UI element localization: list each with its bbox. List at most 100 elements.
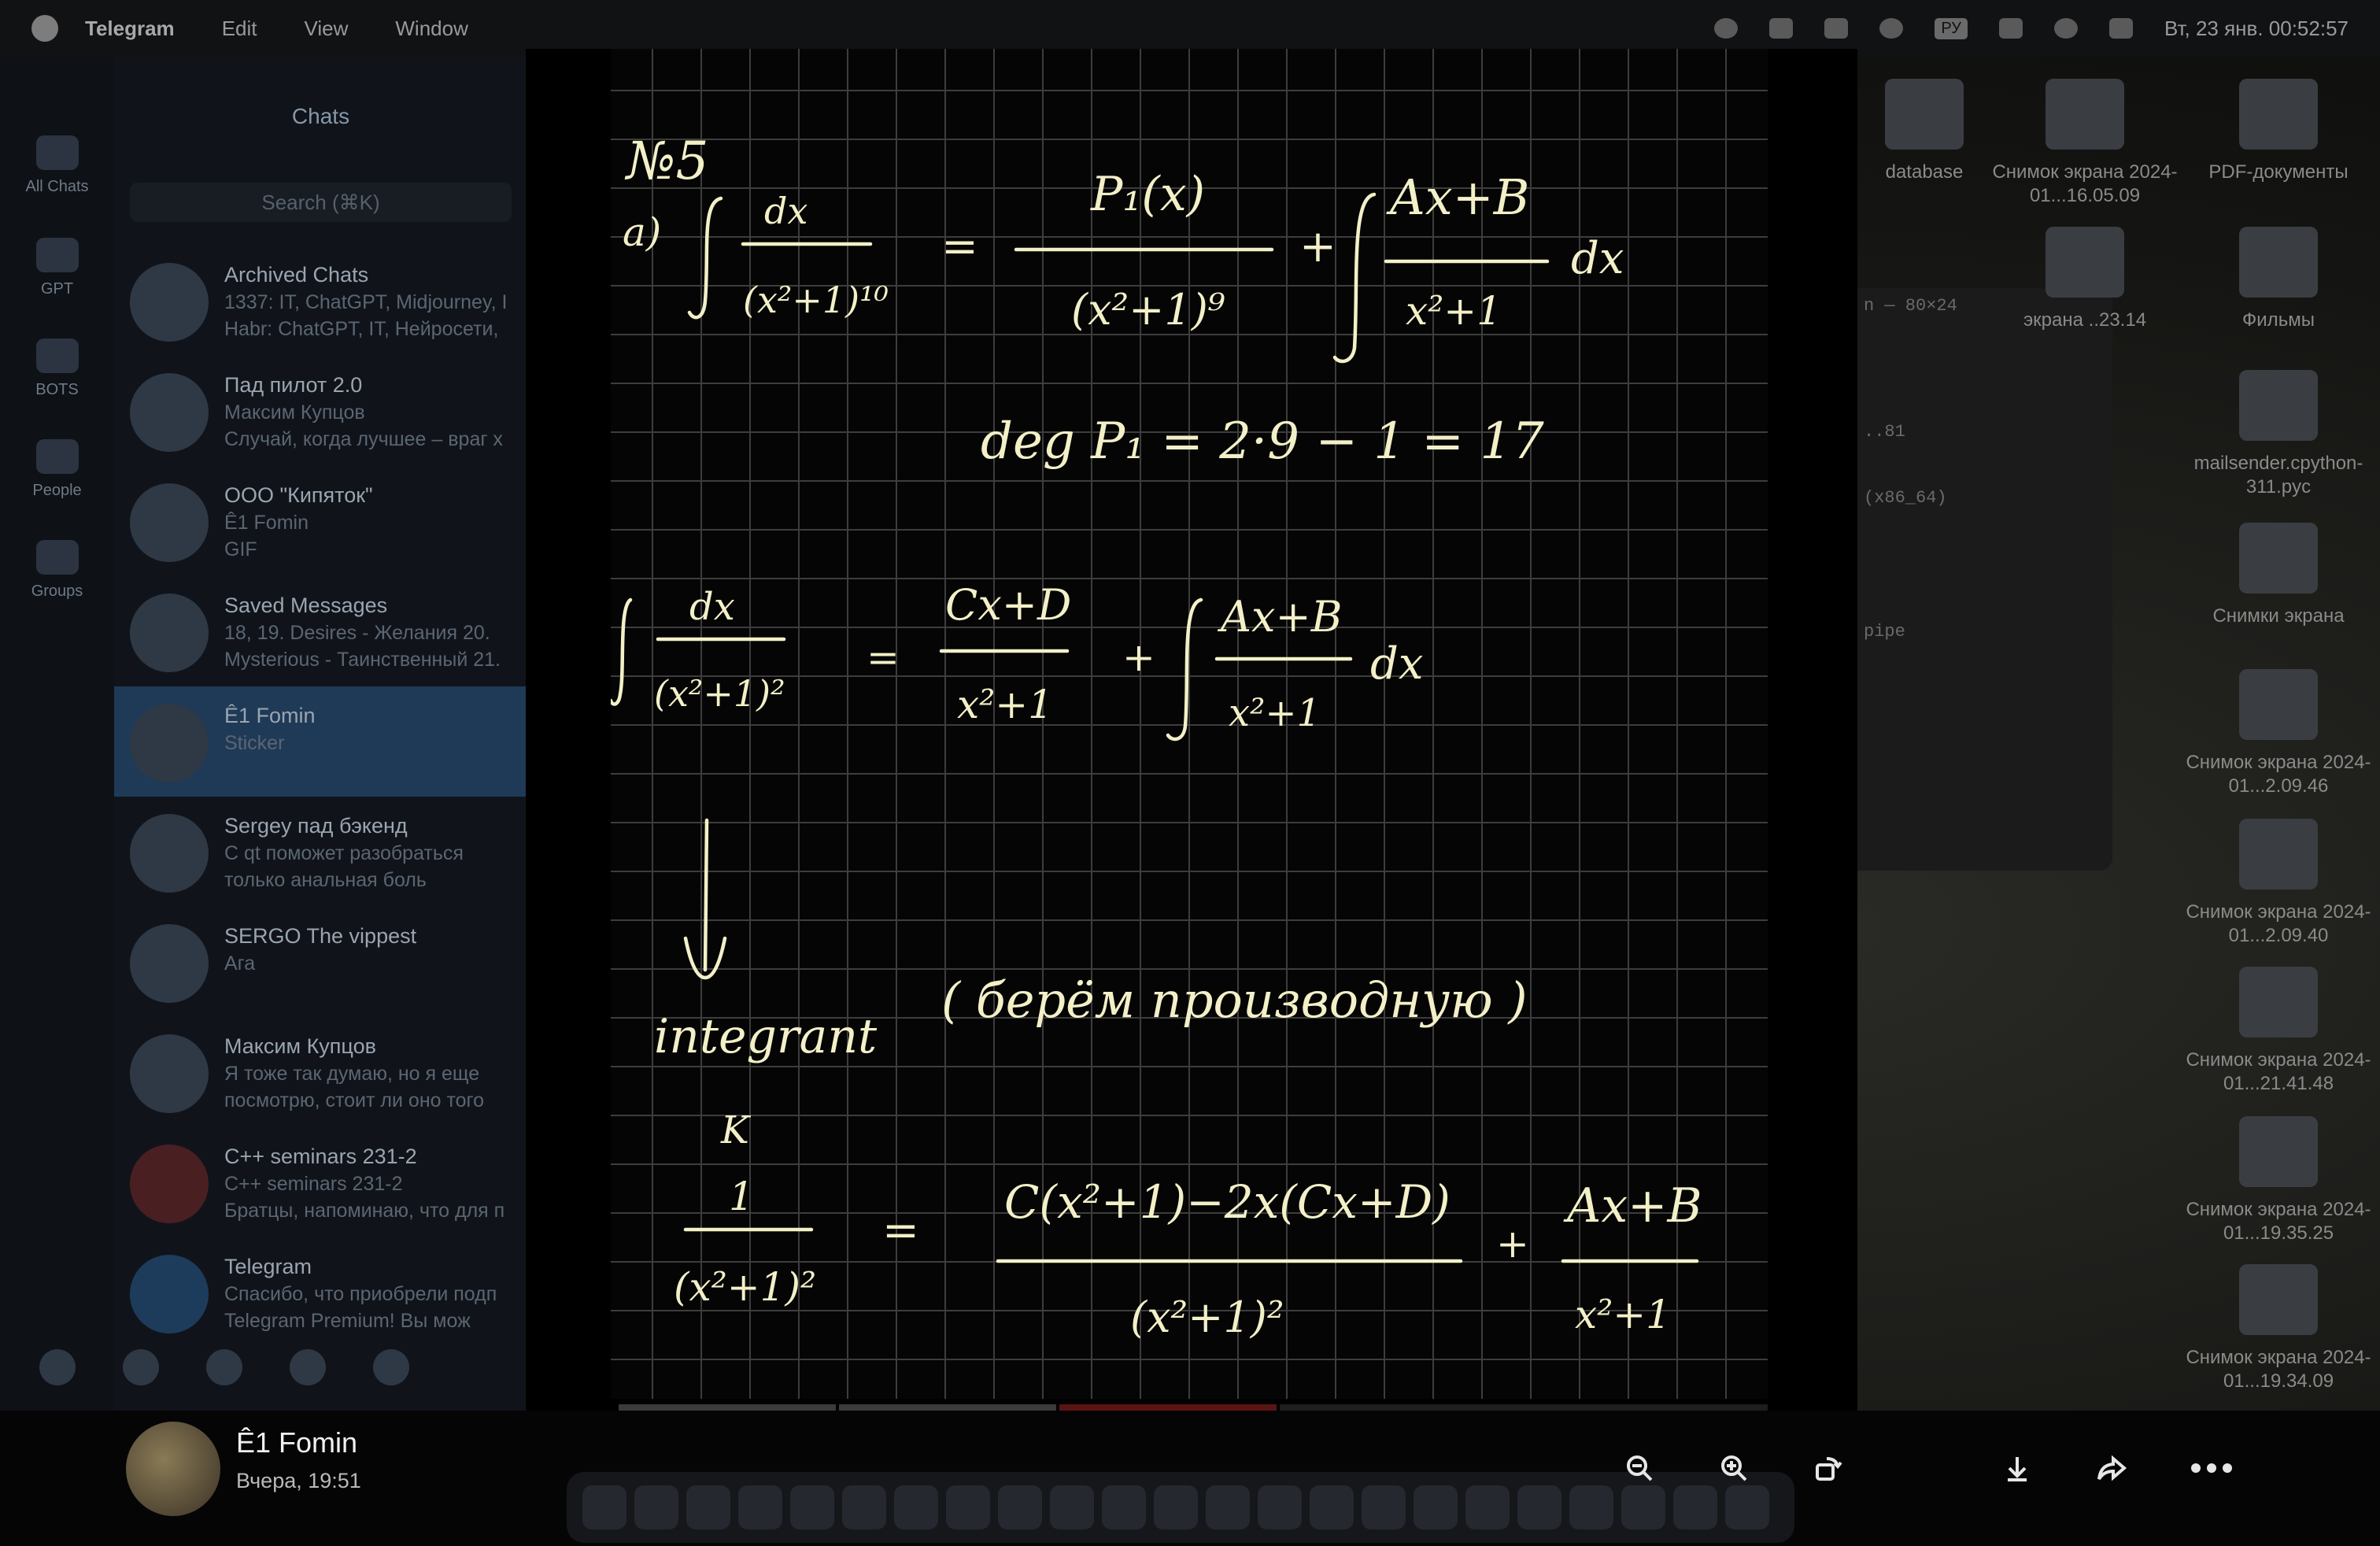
sender-avatar[interactable] (126, 1422, 220, 1516)
menu-window[interactable]: Window (395, 17, 468, 41)
calls-icon[interactable] (206, 1349, 242, 1385)
volume-icon[interactable] (1769, 18, 1794, 39)
app-icon[interactable] (1569, 1485, 1613, 1529)
telegram-icon[interactable] (1050, 1485, 1094, 1529)
appstore-icon[interactable] (946, 1485, 990, 1529)
preview-icon[interactable] (1154, 1485, 1198, 1529)
chat-item[interactable]: Максим Купцов Я тоже так думаю, но я еще п… (114, 1017, 527, 1127)
gear-icon[interactable] (373, 1349, 409, 1385)
chat-preview: Habr: ChatGPT, IT, Нейросети, (224, 318, 499, 340)
desktop-file[interactable]: Снимок экрана 2024-01...16.05.09 (1986, 79, 2183, 208)
a-int-den: x²+1 (1406, 288, 1502, 334)
moon-icon[interactable] (1879, 18, 1904, 39)
xcode-icon[interactable] (1621, 1485, 1665, 1529)
b-num: dx (689, 585, 735, 629)
desktop-icon-label: Снимок экрана 2024-01...2.09.46 (2186, 752, 2371, 797)
chat-preview: посмотрю, стоит ли оно того (224, 1089, 485, 1111)
chat-item[interactable]: Archived Chats 1337: IT, ChatGPT, Midjour… (114, 246, 527, 356)
desktop-folder[interactable]: PDF-документы (2180, 79, 2377, 184)
search-input[interactable]: Search (⌘K) (130, 183, 512, 222)
battery-icon[interactable] (1999, 18, 2023, 39)
control-center-icon[interactable] (2109, 18, 2133, 39)
launchpad-icon[interactable] (634, 1485, 678, 1529)
rotate-icon[interactable] (1810, 1450, 1846, 1486)
desktop-file[interactable]: Снимок экрана 2024-01...19.35.25 (2180, 1116, 2377, 1245)
contacts-icon[interactable] (123, 1349, 159, 1385)
calculator-icon[interactable] (894, 1485, 938, 1529)
notes-icon[interactable] (842, 1485, 886, 1529)
finder-icon[interactable] (582, 1485, 626, 1529)
rail-people[interactable]: People (0, 439, 114, 500)
wifi-icon[interactable] (2054, 18, 2078, 39)
calendar-icon[interactable] (790, 1485, 834, 1529)
desktop-folder[interactable]: Фильмы (2180, 227, 2377, 332)
chat-preview: 18, 19. Desires - Желания 20. (224, 622, 490, 644)
chat-item[interactable]: ООО "Кипяток" Ê1 Fomin GIF (114, 466, 527, 576)
menu-view[interactable]: View (305, 17, 349, 41)
menu-clock[interactable]: Вт, 23 янв. 00:52:57 (2164, 17, 2349, 41)
rail-gpt[interactable]: GPT (0, 238, 114, 298)
menu-edit[interactable]: Edit (222, 17, 257, 41)
chat-name: C++ seminars 231-2 (224, 1145, 417, 1168)
a-integrand-num: dx (764, 190, 808, 232)
chat-item[interactable]: Saved Messages 18, 19. Desires - Желания … (114, 576, 527, 686)
settings-sliders-icon[interactable] (39, 1349, 76, 1385)
desktop-file[interactable]: mailsender.cpython-311.pyc (2180, 370, 2377, 499)
download-icon[interactable] (1999, 1450, 2035, 1486)
differential: dx (1370, 638, 1423, 690)
avatar (130, 1145, 209, 1223)
media-viewer[interactable]: №5 a) dx (x²+1)¹⁰ = P₁(x) (x²+1)⁹ + Ax+B… (526, 49, 1857, 1422)
telegram-logo-icon (130, 1255, 209, 1333)
b-den: (x²+1)² (654, 672, 785, 715)
menu-app-name[interactable]: Telegram (85, 17, 175, 41)
rail-bots[interactable]: BOTS (0, 338, 114, 399)
plus-sign: + (1122, 634, 1155, 680)
rail-all-chats[interactable]: All Chats (0, 135, 114, 196)
safari-icon[interactable] (686, 1485, 730, 1529)
sender-name[interactable]: Ê1 Fomin (236, 1426, 357, 1459)
desktop-folder[interactable]: Снимки экрана (2180, 523, 2377, 628)
trash-icon[interactable] (1725, 1485, 1769, 1529)
handwriting-layer: №5 a) dx (x²+1)¹⁰ = P₁(x) (x²+1)⁹ + Ax+B… (611, 131, 1702, 1342)
photos-icon[interactable] (738, 1485, 782, 1529)
crown-icon[interactable] (1824, 18, 1849, 39)
zoom-in-icon[interactable] (1716, 1450, 1752, 1486)
chat-name: Ê1 Fomin (224, 704, 316, 727)
chat-item[interactable]: C++ seminars 231-2 C++ seminars 231-2 Брат… (114, 1127, 527, 1237)
chat-item[interactable]: Пад пилот 2.0 Максим Купцов Случай, когда … (114, 356, 527, 466)
handwritten-math-photo[interactable]: №5 a) dx (x²+1)¹⁰ = P₁(x) (x²+1)⁹ + Ax+B… (611, 49, 1768, 1399)
terminal-line: pipe (1864, 622, 1905, 642)
screenshot-icon (2239, 669, 2318, 740)
desktop-file[interactable]: Снимок экрана 2024-01...2.09.40 (2180, 819, 2377, 948)
desktop-file[interactable]: Снимок экрана 2024-01...2.09.46 (2180, 669, 2377, 798)
chat-item[interactable]: Sergey пад бэкенд С qt поможет разобратьс… (114, 797, 527, 907)
deg-equation: deg P₁ = 2·9 − 1 = 17 (981, 412, 1544, 471)
input-language-indicator[interactable]: РУ (1935, 17, 1968, 39)
desktop-file[interactable]: Снимок экрана 2024-01...21.41.48 (2180, 967, 2377, 1096)
folder-icon (2239, 227, 2318, 298)
chrome-icon[interactable] (1206, 1485, 1250, 1529)
chat-item-selected[interactable]: Ê1 Fomin Sticker (114, 686, 527, 797)
c-den: (x²+1)² (674, 1264, 816, 1310)
numbers-icon[interactable] (1258, 1485, 1302, 1529)
window-icon[interactable] (1673, 1485, 1717, 1529)
key-icon[interactable] (1465, 1485, 1510, 1529)
a-int-num: Ax+B (1386, 168, 1529, 226)
whatsapp-icon[interactable] (1102, 1485, 1146, 1529)
zoom-out-icon[interactable] (1621, 1450, 1658, 1486)
more-icon[interactable] (2188, 1450, 2235, 1486)
rail-groups[interactable]: Groups (0, 540, 114, 601)
chat-item[interactable]: SERGO The vippest Ага (114, 907, 527, 1017)
forward-icon[interactable] (2094, 1450, 2130, 1486)
app-icon[interactable] (1517, 1485, 1561, 1529)
telegram-status-icon[interactable] (1714, 18, 1739, 39)
vscode-icon[interactable] (1310, 1485, 1354, 1529)
terminal-icon[interactable] (1362, 1485, 1406, 1529)
apple-menu-icon[interactable] (31, 15, 58, 42)
pycharm-icon[interactable] (1414, 1485, 1458, 1529)
desktop-file[interactable]: экрана ..23.14 (1986, 227, 2183, 332)
chats-icon[interactable] (290, 1349, 326, 1385)
folder-icon (35, 439, 79, 474)
chatgpt-icon[interactable] (998, 1485, 1042, 1529)
desktop-file[interactable]: Снимок экрана 2024-01...19.34.09 (2180, 1264, 2377, 1393)
